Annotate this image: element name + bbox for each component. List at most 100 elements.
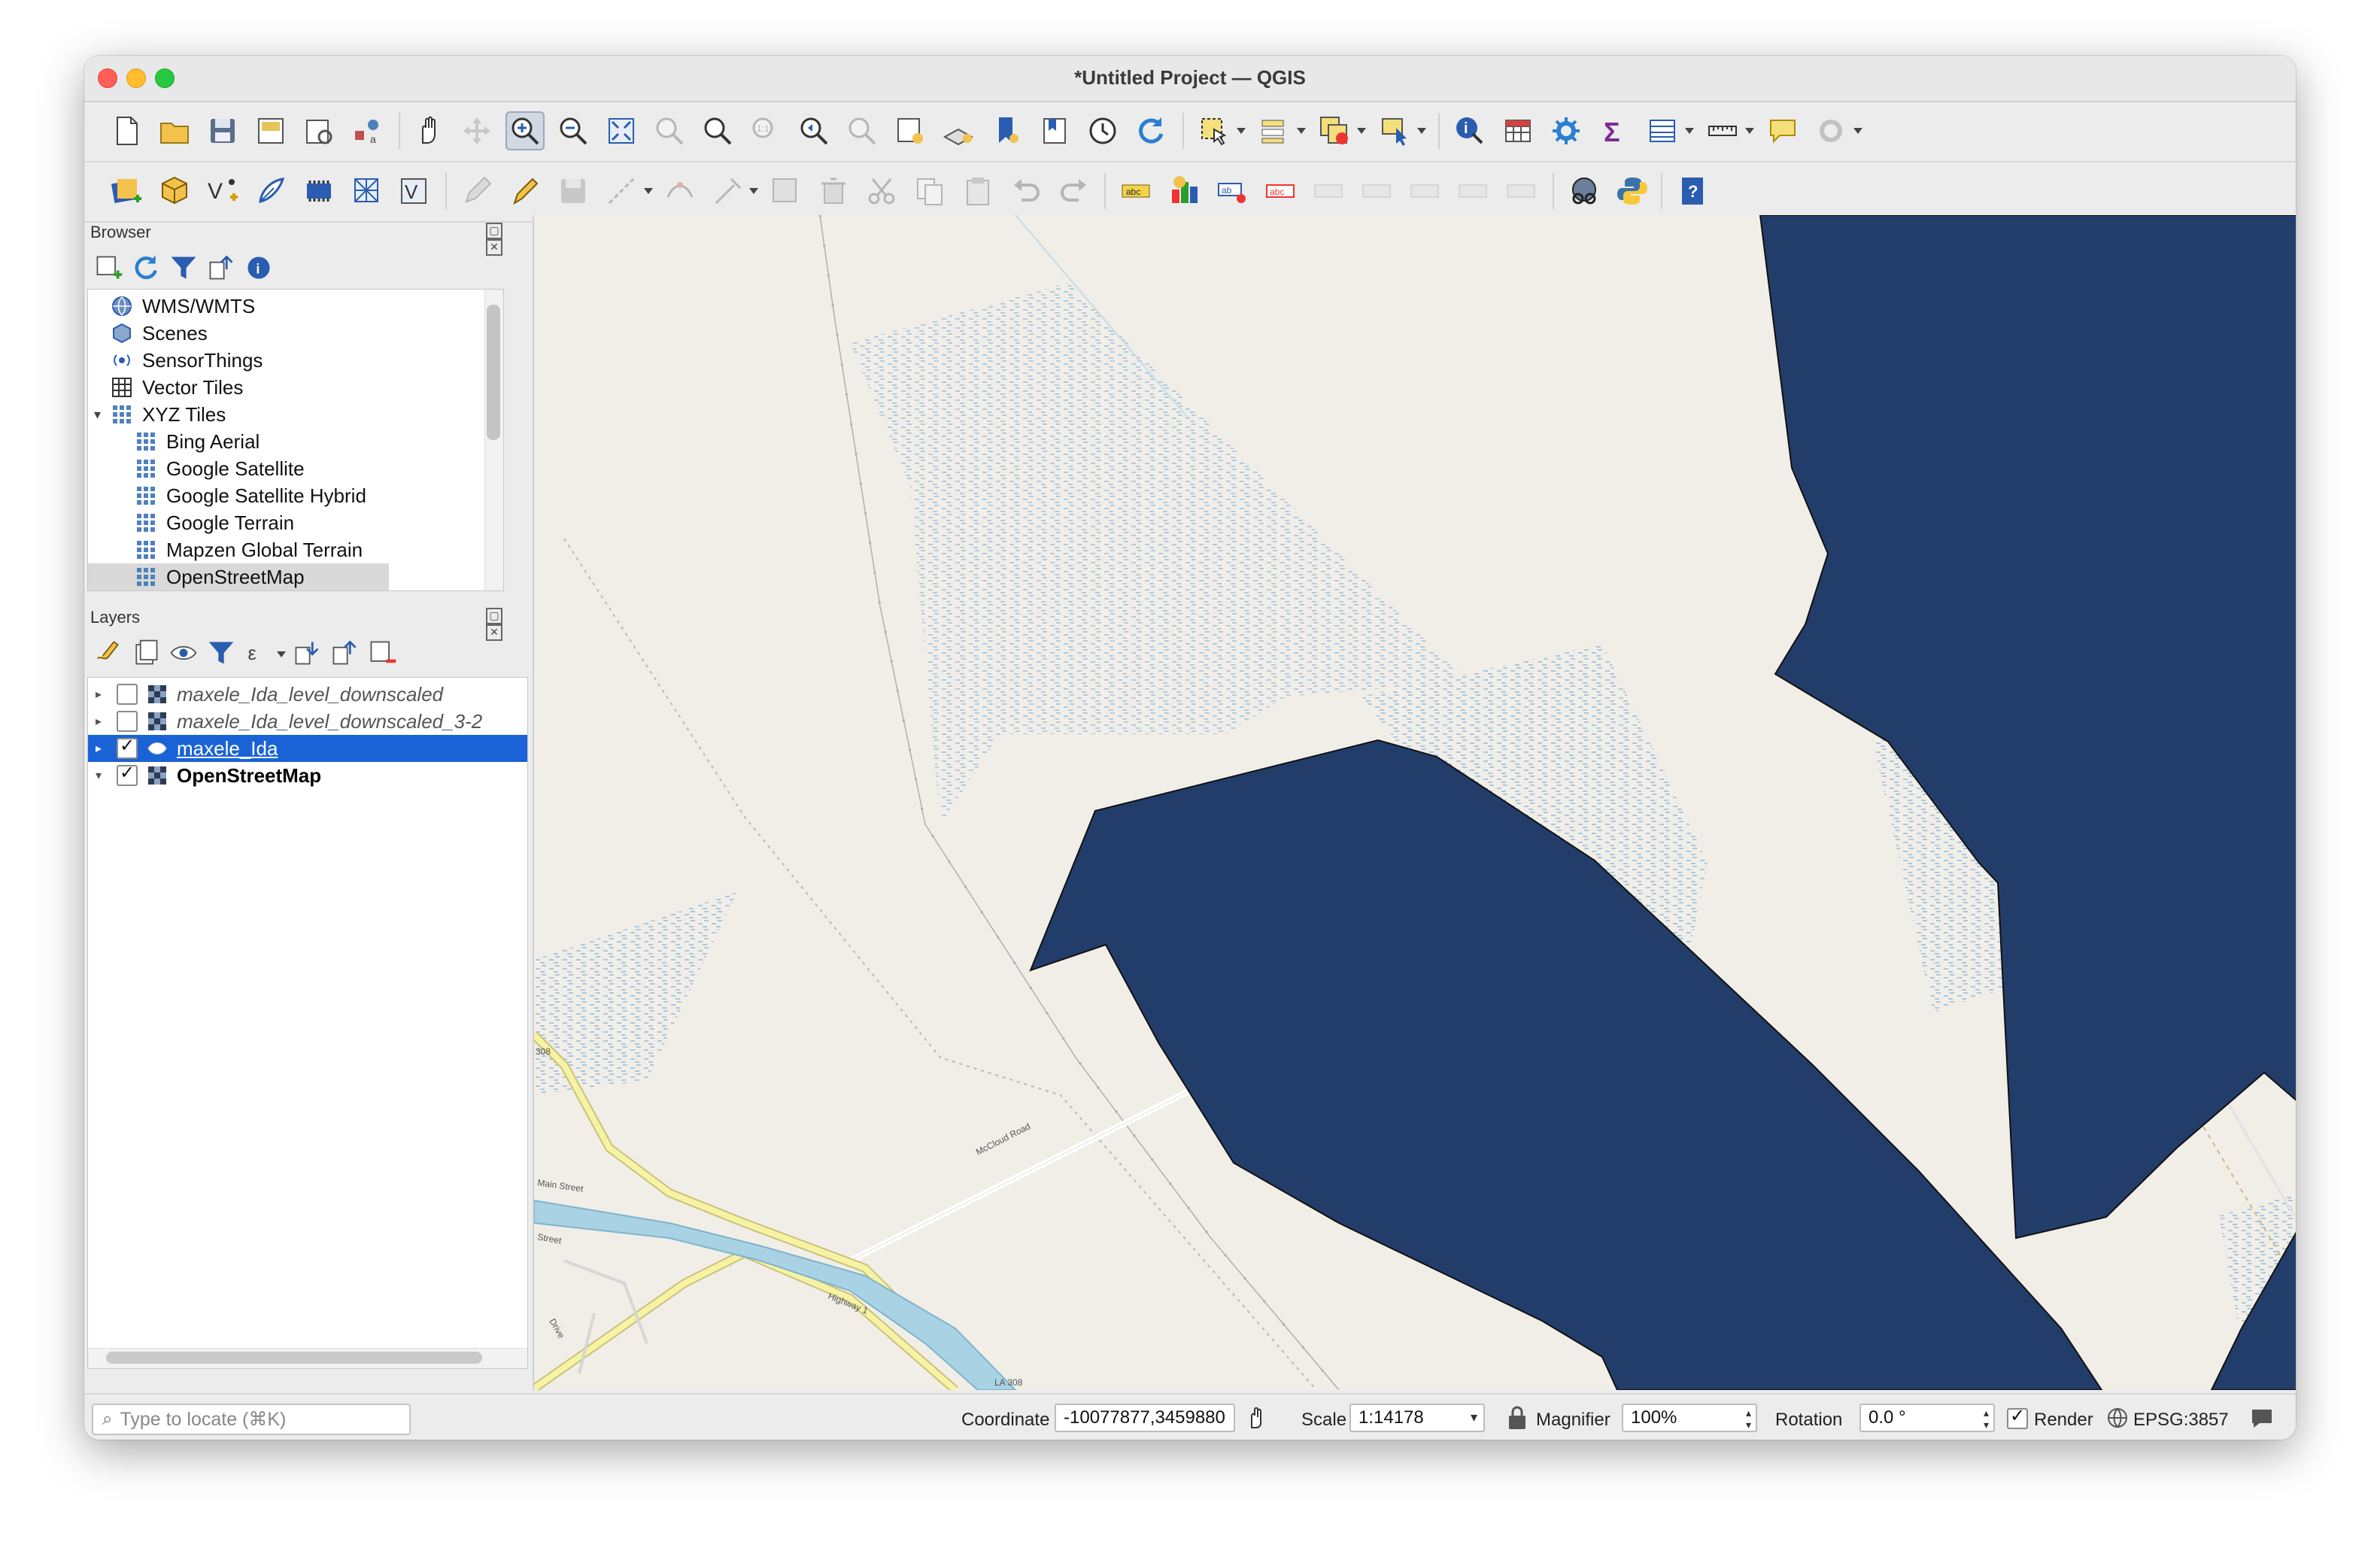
data-source-manager-icon[interactable] xyxy=(107,171,146,211)
properties-info-icon[interactable]: i xyxy=(244,253,274,283)
expand-arrow-icon[interactable]: ▸ xyxy=(96,714,111,729)
collapse-all-layers-icon[interactable] xyxy=(329,638,360,668)
browser-item-mapzen-global-terrain[interactable]: Mapzen Global Terrain xyxy=(88,536,479,563)
change-label-icon[interactable] xyxy=(1453,171,1492,211)
show-bookmarks-icon[interactable] xyxy=(1035,111,1074,150)
save-edits-icon[interactable] xyxy=(554,171,593,211)
layer-visibility-checkbox[interactable] xyxy=(117,711,138,732)
expand-arrow-icon[interactable]: ▸ xyxy=(96,687,111,702)
zoom-next-icon[interactable] xyxy=(842,111,882,150)
metasearch-icon[interactable] xyxy=(1565,171,1604,211)
processing-toolbox-icon[interactable] xyxy=(1547,111,1586,150)
add-group-icon[interactable] xyxy=(131,638,161,668)
layer-row-openstreetmap[interactable]: ▾ OpenStreetMap xyxy=(88,762,527,789)
label-properties-icon[interactable] xyxy=(1501,171,1541,211)
select-location-icon[interactable] xyxy=(1375,111,1414,150)
style-manager-icon[interactable]: a xyxy=(348,111,387,150)
pan-map-icon[interactable] xyxy=(409,111,448,150)
deselect-features-icon[interactable] xyxy=(1315,111,1354,150)
zoom-out-icon[interactable] xyxy=(554,111,593,150)
layout-manager-icon[interactable] xyxy=(299,111,338,150)
layer-visibility-checkbox[interactable] xyxy=(117,684,138,705)
show-hide-labels-icon[interactable] xyxy=(1309,171,1348,211)
layers-horizontal-scrollbar[interactable] xyxy=(88,1348,527,1368)
pin-unpin-labels-icon[interactable]: abc xyxy=(1261,171,1300,211)
new-print-layout-icon[interactable] xyxy=(251,111,290,150)
zoom-last-icon[interactable] xyxy=(794,111,833,150)
rotation-field[interactable]: 0.0 ° ▴ ▾ xyxy=(1859,1404,1995,1432)
filter-legend-icon[interactable] xyxy=(206,638,236,668)
statistics-icon[interactable]: Σ xyxy=(1595,111,1634,150)
plugin-tool-icon[interactable] xyxy=(1811,111,1850,150)
filter-browser-icon[interactable] xyxy=(168,253,199,283)
scale-field[interactable]: 1:14178 ▾ xyxy=(1349,1404,1485,1432)
remove-layer-icon[interactable] xyxy=(367,638,397,668)
layer-row-maxele-ida-level-downscaled[interactable]: ▸ maxele_Ida_level_downscaled xyxy=(88,681,527,708)
pan-to-selection-icon[interactable] xyxy=(457,111,496,150)
zoom-to-selection-icon[interactable] xyxy=(650,111,689,150)
move-label-icon[interactable] xyxy=(1357,171,1396,211)
expand-all-icon[interactable] xyxy=(292,638,322,668)
browser-refresh-icon[interactable] xyxy=(131,253,161,283)
refresh-icon[interactable] xyxy=(1131,111,1170,150)
filter-expression-icon[interactable]: ε xyxy=(244,638,274,668)
chevron-down-icon[interactable]: ▾ xyxy=(1471,1410,1477,1425)
expand-arrow-icon[interactable]: ▾ xyxy=(96,768,111,783)
open-project-icon[interactable] xyxy=(155,111,194,150)
label-toolbar-icon[interactable]: abc xyxy=(1116,171,1155,211)
new-3d-map-view-icon[interactable] xyxy=(939,111,978,150)
browser-item-scenes[interactable]: Scenes xyxy=(88,320,479,347)
modify-attributes-icon[interactable] xyxy=(709,171,748,211)
float-panel-icon[interactable]: ▢ xyxy=(486,608,502,624)
manage-visibility-icon[interactable] xyxy=(168,638,199,668)
temporal-controller-icon[interactable] xyxy=(1083,111,1122,150)
layers-scroll-thumb[interactable] xyxy=(106,1352,482,1364)
zoom-to-layer-icon[interactable] xyxy=(698,111,737,150)
map-tips-icon[interactable] xyxy=(1763,111,1802,150)
new-temporary-layer-icon[interactable] xyxy=(251,171,290,211)
browser-scrollbar[interactable] xyxy=(484,290,503,590)
attribute-table-icon[interactable] xyxy=(1498,111,1538,150)
browser-item-vector-tiles[interactable]: Vector Tiles xyxy=(88,374,479,401)
browser-scroll-thumb[interactable] xyxy=(487,305,500,440)
browser-dock-controls[interactable]: ▢✕ xyxy=(483,223,519,256)
lock-scale-icon[interactable] xyxy=(1506,1405,1528,1431)
float-panel-icon[interactable]: ▢ xyxy=(486,223,502,239)
new-geopackage-layer-icon[interactable] xyxy=(155,171,194,211)
expand-arrow-icon[interactable]: ▸ xyxy=(96,741,111,756)
python-console-icon[interactable] xyxy=(1613,171,1652,211)
layer-row-maxele-ida[interactable]: ▸ maxele_Ida xyxy=(88,735,527,762)
layers-dock-controls[interactable]: ▢✕ xyxy=(483,608,519,641)
current-edits-icon[interactable] xyxy=(457,171,496,211)
digitize-line-icon[interactable] xyxy=(602,171,641,211)
undo-icon[interactable] xyxy=(1006,171,1046,211)
new-virtual-layer-icon[interactable] xyxy=(299,171,338,211)
cut-features-icon[interactable] xyxy=(862,171,901,211)
zoom-native-icon[interactable]: 1:1 xyxy=(746,111,785,150)
stepper-icon[interactable]: ▴ ▾ xyxy=(1984,1407,1989,1431)
layer-visibility-checkbox[interactable] xyxy=(117,762,138,786)
zoom-full-icon[interactable] xyxy=(602,111,641,150)
select-by-value-icon[interactable] xyxy=(1255,111,1294,150)
browser-item-google-satellite-hybrid[interactable]: Google Satellite Hybrid xyxy=(88,482,479,509)
stepper-icon[interactable]: ▴ ▾ xyxy=(1746,1407,1751,1431)
zoom-in-icon[interactable] xyxy=(505,111,545,150)
new-map-view-icon[interactable] xyxy=(891,111,930,150)
magnifier-field[interactable]: 100% ▴ ▾ xyxy=(1622,1404,1757,1432)
render-checkbox[interactable] xyxy=(2007,1405,2028,1429)
select-features-icon[interactable] xyxy=(1195,111,1234,150)
browser-item-google-satellite[interactable]: Google Satellite xyxy=(88,455,479,482)
open-table-icon[interactable] xyxy=(1643,111,1682,150)
style-panel-icon[interactable] xyxy=(93,638,123,668)
toggle-extent-icon[interactable] xyxy=(1244,1405,1270,1431)
layer-row-maxele-ida-level-downscaled-3-2[interactable]: ▸ maxele_Ida_level_downscaled_3-2 xyxy=(88,708,527,735)
locator-search[interactable]: ⌕ Type to locate (⌘K) xyxy=(92,1404,411,1435)
save-project-icon[interactable] xyxy=(203,111,242,150)
layer-diagram-icon[interactable] xyxy=(1164,171,1204,211)
rotate-label-icon[interactable] xyxy=(1405,171,1444,211)
redo-icon[interactable] xyxy=(1055,171,1094,211)
map-canvas[interactable]: McCloud Road Highway 1 308 LA 308 Main S… xyxy=(533,215,2296,1390)
vertex-tool-icon[interactable] xyxy=(660,171,700,211)
browser-item-xyz-tiles[interactable]: ▾ XYZ Tiles xyxy=(88,401,479,428)
new-mesh-layer-icon[interactable] xyxy=(348,171,387,211)
